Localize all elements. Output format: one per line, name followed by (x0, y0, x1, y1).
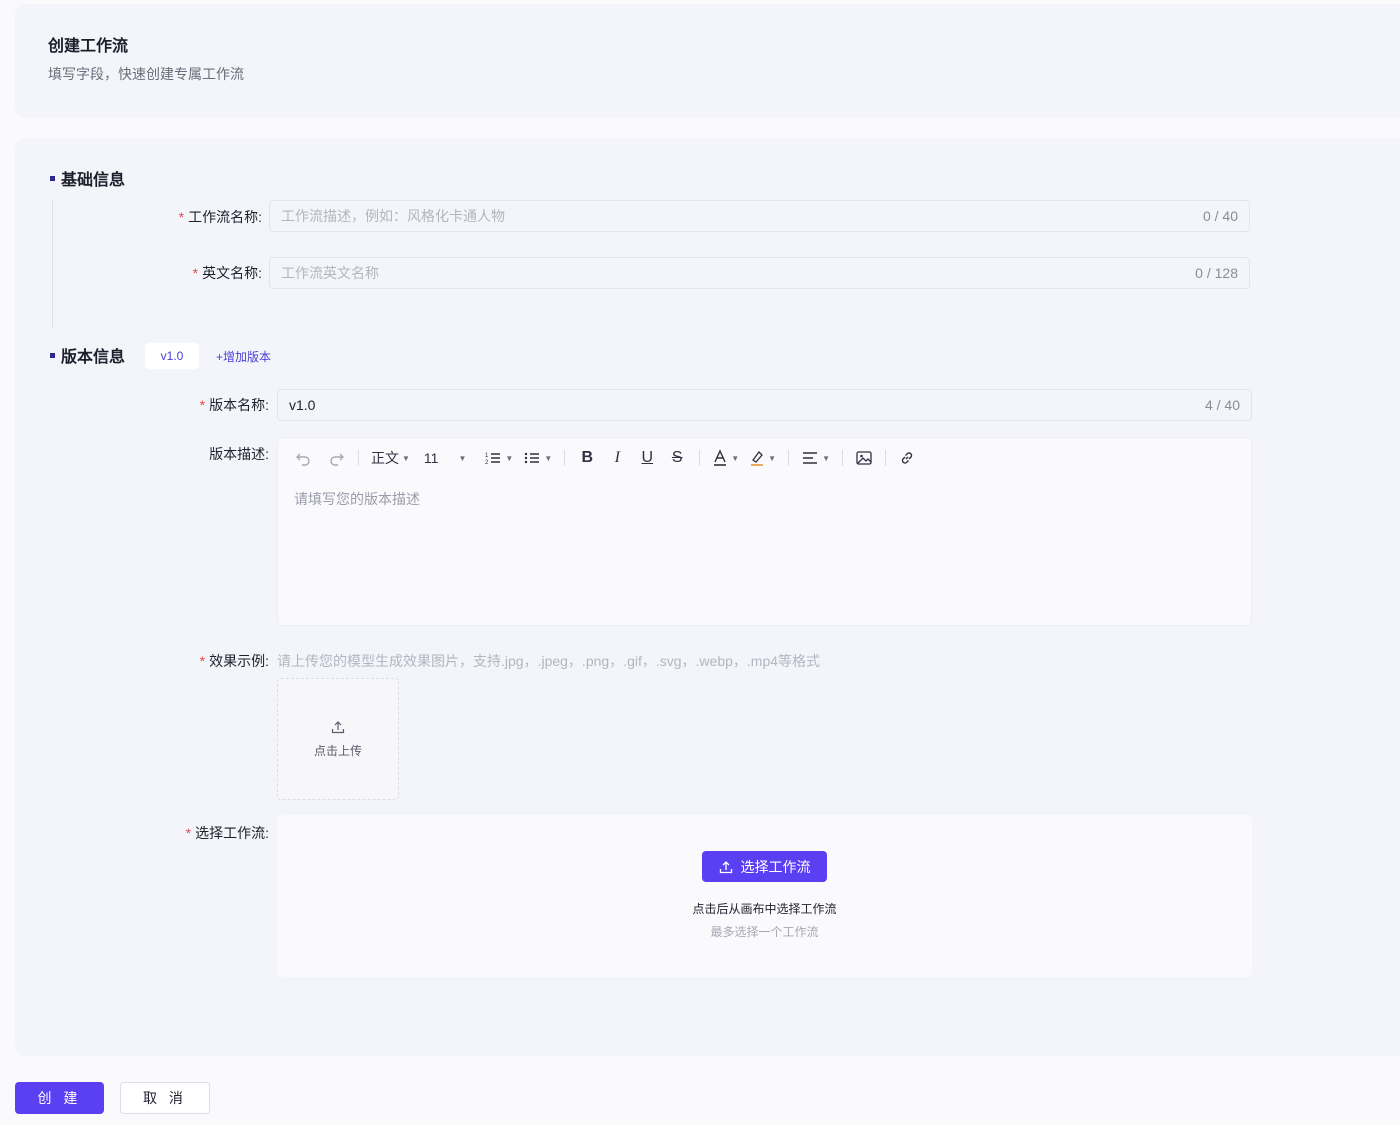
section-title-basic: 基础信息 (50, 166, 125, 190)
workflow-select-limit-hint: 最多选择一个工作流 (710, 925, 819, 939)
toolbar-divider (358, 450, 359, 466)
italic-icon[interactable]: I (607, 449, 627, 467)
editor-placeholder: 请填写您的版本描述 (294, 491, 420, 507)
section-divider-line (52, 200, 53, 328)
version-tag-v1[interactable]: v1.0 (145, 343, 199, 369)
select-workflow-button[interactable]: 选择工作流 (702, 851, 827, 882)
english-name-placeholder: 工作流英文名称 (281, 265, 379, 281)
page-subtitle: 填写字段，快速创建专属工作流 (48, 66, 244, 82)
upload-format-hint: 请上传您的模型生成效果图片，支持.jpg，.jpeg，.png，.gif，.sv… (277, 653, 821, 669)
section-title-version: 版本信息 (50, 343, 125, 367)
font-size-dropdown[interactable]: 11 ▼ (424, 450, 466, 466)
cancel-button[interactable]: 取 消 (120, 1082, 210, 1114)
version-name-value: v1.0 (289, 397, 316, 413)
image-icon[interactable] (855, 449, 873, 467)
bullet-list-icon[interactable]: ▼ (523, 449, 552, 467)
svg-text:1: 1 (485, 453, 489, 459)
section-title-basic-text: 基础信息 (61, 172, 126, 189)
required-mark: * (185, 825, 192, 841)
upload-area[interactable]: 点击上传 (277, 678, 399, 800)
underline-icon[interactable]: U (637, 449, 657, 467)
toolbar-divider (564, 450, 566, 466)
chevron-down-icon: ▼ (505, 453, 514, 463)
upload-icon (331, 720, 345, 734)
required-mark: * (192, 265, 199, 281)
chevron-down-icon: ▼ (731, 453, 740, 463)
workflow-name-input[interactable]: 工作流描述，例如：风格化卡通人物 0 / 40 (269, 200, 1250, 232)
chevron-down-icon: ▼ (544, 453, 553, 463)
chevron-down-icon: ▼ (768, 453, 777, 463)
highlight-icon[interactable]: ▼ (749, 449, 776, 467)
required-mark: * (178, 209, 185, 225)
section-marker (50, 175, 55, 181)
font-color-icon[interactable]: ▼ (712, 449, 739, 467)
chevron-down-icon: ▼ (402, 453, 410, 463)
header-card (15, 4, 1400, 118)
page-title: 创建工作流 (48, 38, 129, 55)
undo-icon[interactable] (294, 449, 312, 467)
toolbar-divider (788, 450, 790, 466)
redo-icon[interactable] (328, 449, 346, 467)
bold-icon[interactable]: B (577, 449, 597, 467)
english-name-label: * 英文名称: (192, 265, 262, 281)
required-mark: * (199, 397, 206, 413)
workflow-select-area: 选择工作流 点击后从画布中选择工作流 最多选择一个工作流 (277, 815, 1252, 977)
english-name-input[interactable]: 工作流英文名称 0 / 128 (269, 257, 1250, 289)
toolbar-divider (842, 450, 843, 466)
paragraph-style-dropdown[interactable]: 正文 ▼ (371, 448, 410, 468)
select-workflow-label: * 选择工作流: (185, 825, 269, 841)
toolbar-divider (885, 450, 886, 466)
upload-icon (719, 860, 733, 874)
version-name-input[interactable]: v1.0 4 / 40 (277, 389, 1252, 421)
chevron-down-icon: ▼ (458, 453, 467, 463)
workflow-name-label: * 工作流名称: (178, 209, 262, 225)
select-workflow-button-label: 选择工作流 (740, 858, 811, 875)
workflow-name-counter: 0 / 40 (1202, 208, 1238, 224)
version-description-label: 版本描述: (209, 446, 269, 462)
upload-label: 点击上传 (313, 743, 362, 758)
version-name-counter: 4 / 40 (1204, 397, 1240, 413)
rich-text-editor[interactable]: 正文 ▼ 11 ▼ 1 2 ▼ ▼ B I U S ▼ ▼ ▼ 请填写您的版本描… (277, 437, 1252, 626)
section-title-version-text: 版本信息 (61, 349, 126, 366)
workflow-name-placeholder: 工作流描述，例如：风格化卡通人物 (281, 208, 505, 224)
align-icon[interactable]: ▼ (801, 449, 830, 467)
version-name-label: * 版本名称: (199, 397, 269, 413)
effect-example-label: * 效果示例: (199, 653, 269, 669)
chevron-down-icon: ▼ (822, 453, 830, 463)
section-marker (50, 352, 55, 358)
editor-toolbar: 正文 ▼ 11 ▼ 1 2 ▼ ▼ B I U S ▼ ▼ ▼ (294, 446, 926, 470)
required-mark: * (199, 653, 206, 669)
english-name-counter: 0 / 128 (1195, 265, 1238, 281)
strikethrough-icon[interactable]: S (667, 449, 687, 467)
add-version-link[interactable]: +增加版本 (216, 348, 271, 365)
toolbar-divider (699, 450, 701, 466)
ordered-list-icon[interactable]: 1 2 ▼ (484, 449, 513, 467)
svg-text:2: 2 (485, 460, 489, 466)
create-button[interactable]: 创 建 (15, 1082, 104, 1114)
workflow-select-description: 点击后从画布中选择工作流 (692, 902, 837, 916)
link-icon[interactable] (898, 449, 916, 467)
